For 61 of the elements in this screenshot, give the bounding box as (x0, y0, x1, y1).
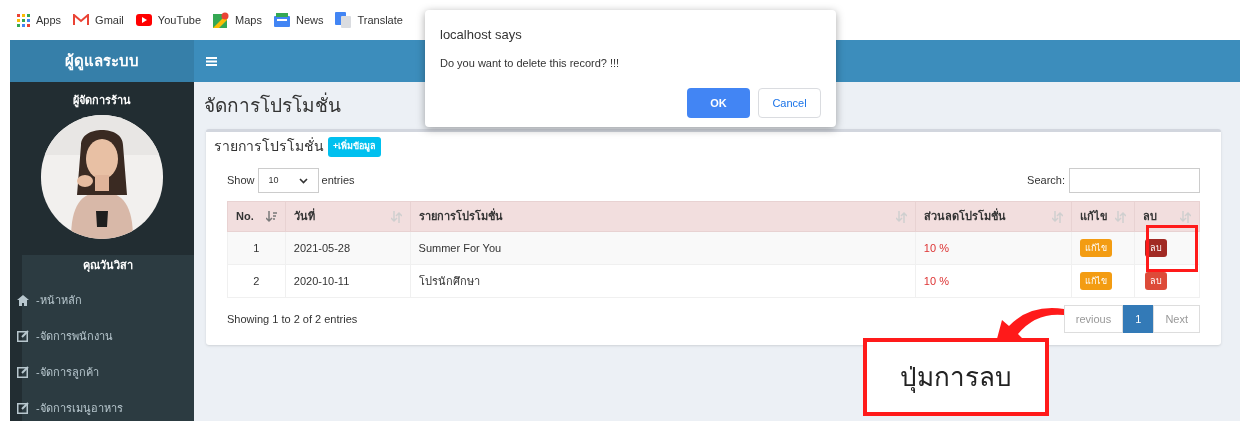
edit-icon (17, 402, 29, 414)
translate-icon (335, 12, 352, 28)
column-header[interactable]: รายการโปรโมชั่น (410, 201, 916, 232)
dialog-title: localhost says (440, 26, 523, 44)
apps-grid-icon (17, 13, 30, 27)
newspaper-icon (273, 13, 290, 27)
sidebar-menu-item[interactable]: -จัดการเมนูอาหาร (17, 399, 194, 417)
card-title: รายการโปรโมชั่น (214, 136, 324, 156)
sidebar-menu-item[interactable]: -หน้าหลัก (17, 291, 194, 309)
highlight-frame (1146, 225, 1198, 272)
cancel-button[interactable]: Cancel (758, 88, 821, 118)
sort-icon (1052, 210, 1064, 223)
annotation-label: ปุ่มการลบ (863, 338, 1049, 416)
bookmark-link[interactable]: Maps (213, 11, 262, 29)
table-cell: 2 (227, 264, 286, 298)
mail-icon (73, 14, 90, 26)
sort-icon (1115, 210, 1127, 223)
search-label: Search: (1027, 173, 1065, 189)
search-field[interactable] (1069, 168, 1200, 193)
page-size-select[interactable]: 10 (257, 168, 319, 193)
bookmark-link[interactable]: Apps (17, 11, 62, 29)
home-icon (17, 294, 29, 306)
sort-icon (265, 210, 277, 223)
sort-icon (895, 210, 907, 223)
user-role: ผู้จัดการร้าน (73, 93, 131, 109)
delete-button[interactable]: ลบ (1145, 272, 1168, 291)
dialog-message: Do you want to delete this record? !!! (440, 55, 621, 71)
table-info: Showing 1 to 2 of 2 entries (227, 311, 358, 327)
table-cell: 10 % (915, 264, 1072, 298)
sidebar-menu-item[interactable]: -จัดการพนักงาน (17, 327, 194, 345)
entries-label: entries (321, 173, 355, 189)
column-header[interactable]: วันที่ (285, 201, 411, 232)
chevron-down-icon (298, 177, 308, 184)
sidebar-menu-item[interactable]: -จัดการลูกค้า (17, 363, 194, 381)
column-header[interactable]: No. (227, 201, 286, 232)
sort-icon (1180, 210, 1191, 223)
bookmark-link[interactable]: News (273, 11, 324, 29)
table-cell: 2021-05-28 (285, 231, 411, 265)
sort-icon (390, 210, 402, 223)
edit-icon (17, 330, 29, 342)
page-title: จัดการโปรโมชั่น (204, 94, 341, 118)
table-cell: 1 (227, 231, 286, 265)
delete-button[interactable]: ลบ (1145, 239, 1168, 258)
user-name: คุณวันวิสา (82, 257, 134, 273)
table-cell: โปรนักศึกษา (410, 264, 916, 298)
bookmark-link[interactable]: Translate (335, 11, 403, 29)
play-icon (135, 14, 152, 26)
bookmark-link[interactable]: YouTube (135, 11, 202, 29)
show-label: Show (227, 173, 255, 189)
table-cell: 10 % (915, 231, 1072, 265)
edit-icon (17, 366, 29, 378)
sidebar-brand: ผู้ดูแลระบบ (10, 40, 194, 82)
table-cell: 2020-10-11 (285, 264, 411, 298)
bookmark-link[interactable]: Gmail (73, 11, 124, 29)
map-icon (213, 12, 230, 28)
pagination-link[interactable]: 1 (1123, 305, 1154, 333)
column-header[interactable]: ส่วนลดโปรโมชั่น (915, 201, 1072, 232)
ok-button[interactable]: OK (687, 88, 750, 118)
menu-icon[interactable] (206, 56, 217, 66)
column-header[interactable]: แก้ไข (1071, 201, 1135, 232)
table-cell: Summer For You (410, 231, 916, 265)
